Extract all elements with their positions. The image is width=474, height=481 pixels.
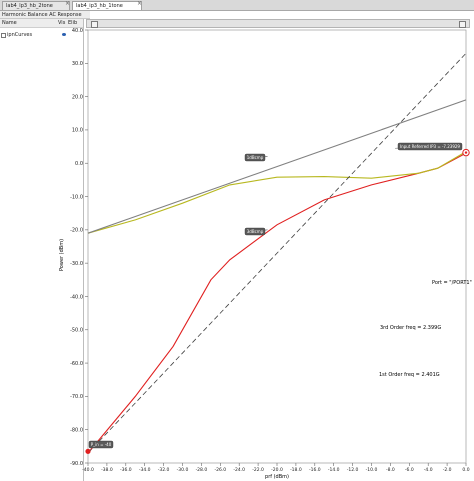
x-tick-label: -30.0 bbox=[177, 467, 189, 473]
x-tick-label: -10.0 bbox=[366, 467, 378, 473]
x-tick-label: -16.0 bbox=[309, 467, 321, 473]
x-tick-label: -32.0 bbox=[158, 467, 170, 473]
annotation-1st-order: 1st Order freq = 2.401G bbox=[379, 372, 440, 378]
x-tick-label: 0.0 bbox=[462, 467, 469, 473]
plot-area bbox=[87, 29, 467, 464]
y-tick-label: -50.0 bbox=[70, 328, 83, 334]
x-tick-label: -6.0 bbox=[405, 467, 414, 473]
y-tick-label: -30.0 bbox=[70, 261, 83, 267]
y-tick-label: 40.0 bbox=[72, 28, 83, 34]
x-tick-label: -14.0 bbox=[328, 467, 340, 473]
y-tick-label: 0.0 bbox=[75, 161, 83, 167]
start-point-marker bbox=[85, 448, 91, 454]
annotation-3rd-order: 3rd Order freq = 2.399G bbox=[380, 325, 441, 331]
x-tick-label: -2.0 bbox=[443, 467, 452, 473]
y-tick-label: -40.0 bbox=[70, 294, 83, 300]
marker-label: P_in = -40 bbox=[91, 442, 112, 447]
x-axis: -40.0 -38.0 -36.0 -34.0 -32.0 -30.0 -28.0 -26.0… bbox=[82, 463, 470, 473]
x-tick-label: -40.0 bbox=[82, 467, 94, 473]
x-tick-label: -22.0 bbox=[252, 467, 264, 473]
y-tick-label: -20.0 bbox=[70, 228, 83, 234]
x-tick-label: -4.0 bbox=[424, 467, 433, 473]
x-tick-label: -34.0 bbox=[139, 467, 151, 473]
x-tick-label: -20.0 bbox=[271, 467, 283, 473]
ip3-point-dot bbox=[464, 151, 468, 154]
x-tick-label: -12.0 bbox=[347, 467, 359, 473]
y-tick-label: -90.0 bbox=[70, 461, 83, 467]
x-tick-label: -8.0 bbox=[386, 467, 395, 473]
y-tick-label: -10.0 bbox=[70, 194, 83, 200]
y-axis: 40.0 30.0 20.0 10.0 0.0 -10.0 -20.0 -30.0 -40.0 -… bbox=[70, 28, 88, 467]
y-tick-label: -80.0 bbox=[70, 427, 83, 433]
y-tick-label: 10.0 bbox=[72, 128, 83, 134]
x-tick-label: -24.0 bbox=[233, 467, 245, 473]
marker-label: Input Referred IP3 = -7.23929 bbox=[400, 144, 460, 149]
marker-label: 3dBcmp bbox=[247, 229, 264, 234]
x-tick-label: -36.0 bbox=[120, 467, 132, 473]
y-tick-label: 30.0 bbox=[72, 61, 83, 67]
x-tick-label: -18.0 bbox=[290, 467, 302, 473]
x-tick-label: -28.0 bbox=[196, 467, 208, 473]
y-axis-label: Power (dBm) bbox=[59, 239, 65, 271]
y-tick-label: -70.0 bbox=[70, 394, 83, 400]
marker-label: 1dBcmp bbox=[247, 155, 264, 160]
y-tick-label: 20.0 bbox=[72, 94, 83, 100]
x-axis-label: prf (dBm) bbox=[265, 474, 289, 480]
chart-svg: 40.030.020.010.00.0-10.0-20.0-30.0-40.0-… bbox=[59, 28, 472, 480]
annotation-port: Port = "/PORT1" bbox=[432, 280, 472, 286]
y-tick-label: -60.0 bbox=[70, 361, 83, 367]
x-tick-label: -38.0 bbox=[101, 467, 113, 473]
x-tick-label: -26.0 bbox=[214, 467, 226, 473]
